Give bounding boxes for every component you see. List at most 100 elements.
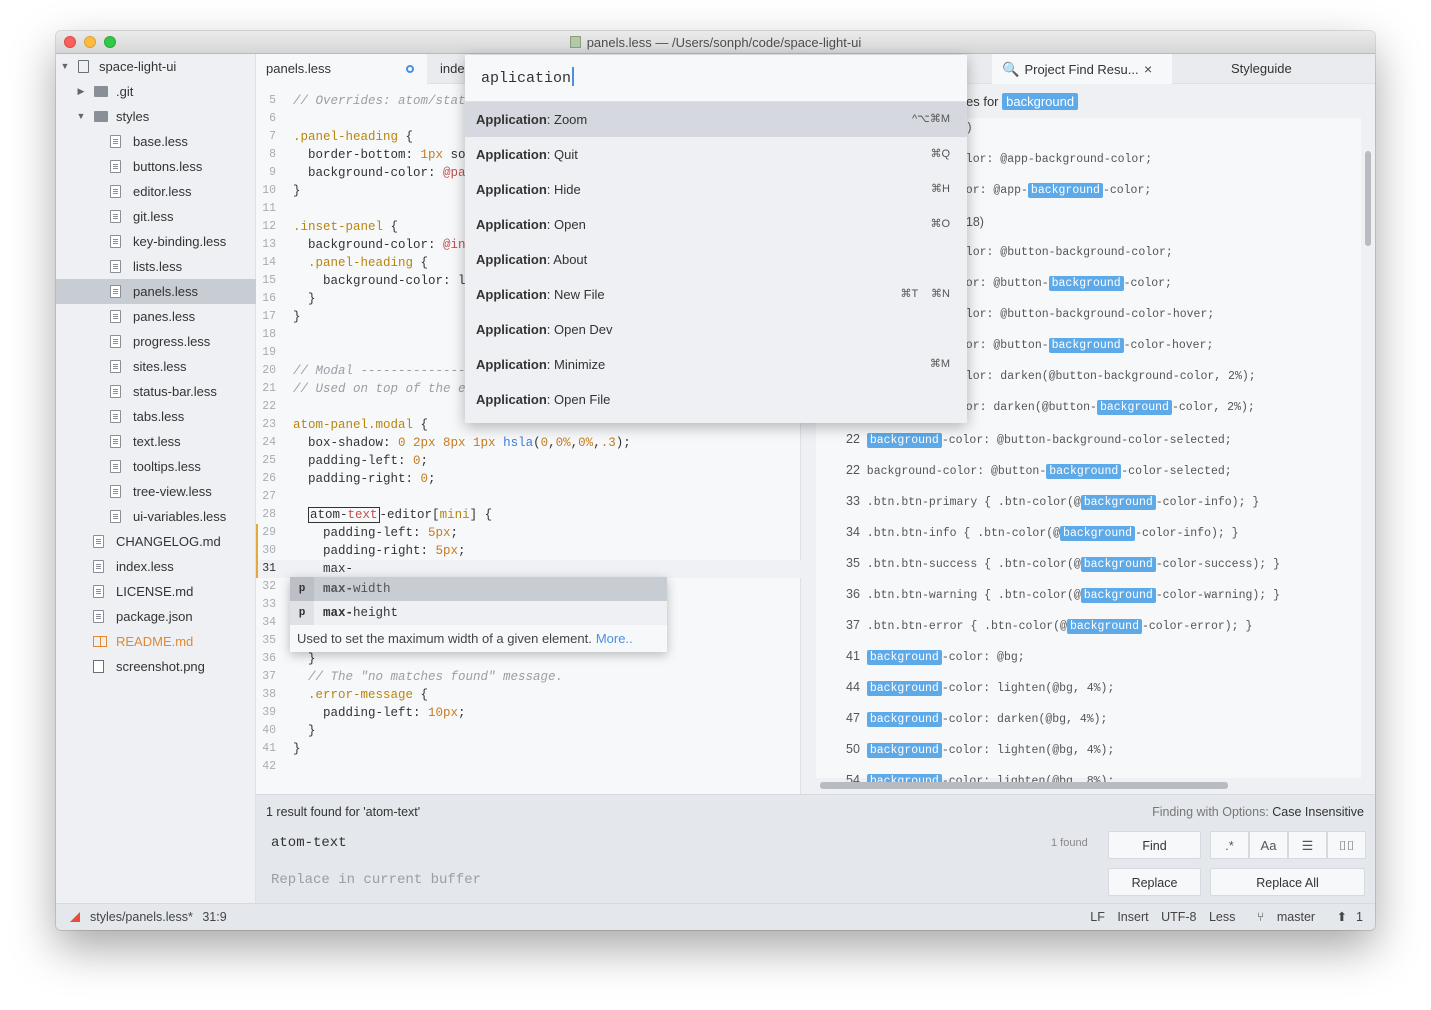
result-line[interactable]: olor: @app-background -color;	[952, 180, 1375, 202]
tree-item[interactable]: index.less	[56, 554, 256, 579]
tree-item[interactable]: sites.less	[56, 354, 256, 379]
autocomplete-suggestion[interactable]: p max-height	[290, 601, 667, 625]
status-encoding[interactable]: UTF-8	[1161, 910, 1196, 924]
results-scrollbar-h[interactable]	[820, 782, 1228, 789]
result-line[interactable]: 41 background -color: @bg;	[846, 645, 1375, 667]
tree-item[interactable]: text.less	[56, 429, 256, 454]
tree-item[interactable]: package.json	[56, 604, 256, 629]
command-palette-item[interactable]: Application: Open Dev	[465, 312, 967, 347]
code-line[interactable]: 25 padding-left: 0;	[256, 452, 801, 470]
code-line[interactable]: 39 padding-left: 10px;	[256, 704, 801, 722]
status-cursor-position[interactable]: 31:9	[202, 910, 226, 924]
code-line[interactable]: 31 max-	[256, 560, 801, 578]
tab-styleguide[interactable]: Styleguide	[1231, 54, 1292, 84]
command-palette-item[interactable]: Application: Zoom ^⌥⌘M	[465, 102, 967, 137]
command-palette-item[interactable]: Application: Open File	[465, 382, 967, 417]
status-branch[interactable]: ⑂ master	[1248, 910, 1315, 924]
case-sensitive-toggle-button[interactable]: Aa	[1249, 831, 1288, 859]
status-grammar[interactable]: Less	[1209, 910, 1235, 924]
result-line[interactable]: 33 .btn.btn-primary { .btn-color(@ backgr…	[846, 490, 1375, 512]
tab-project-find-results[interactable]: 🔍 Project Find Resu... ×	[992, 54, 1172, 84]
code-line[interactable]: 29 padding-left: 5px;	[256, 524, 801, 542]
code-line[interactable]: 28 atom-text -editor[mini] {	[256, 506, 801, 524]
replace-all-button[interactable]: Replace All	[1210, 868, 1365, 896]
result-line[interactable]: s (18)	[952, 211, 1375, 233]
tree-item[interactable]: status-bar.less	[56, 379, 256, 404]
tree-item[interactable]: LICENSE.md	[56, 579, 256, 604]
result-line[interactable]: color: @button-background-color-hover;	[952, 304, 1375, 326]
command-palette-item[interactable]: Application: About	[465, 242, 967, 277]
find-input[interactable]: atom-text	[271, 835, 347, 851]
chevron-down-icon[interactable]: ▼	[76, 104, 86, 129]
tree-item[interactable]: tabs.less	[56, 404, 256, 429]
in-selection-toggle-button[interactable]: ☰	[1288, 831, 1327, 859]
tree-item[interactable]: ui-variables.less	[56, 504, 256, 529]
result-line[interactable]: olor: darken(@button-background -color, 2…	[952, 397, 1375, 419]
tree-root-space-light-ui[interactable]: ▼ space-light-ui	[56, 54, 256, 79]
tab-panels-less[interactable]: panels.less	[256, 54, 427, 84]
code-line[interactable]: 38 .error-message {	[256, 686, 801, 704]
regex-toggle-button[interactable]: .*	[1210, 831, 1249, 859]
result-line[interactable]: (2)	[952, 118, 1375, 140]
result-line[interactable]: 34 .btn.btn-info { .btn-color(@ backgroun…	[846, 521, 1375, 543]
code-line[interactable]: 36 }	[256, 650, 801, 668]
result-line[interactable]: olor: @button-background -color;	[952, 273, 1375, 295]
command-palette-input[interactable]: aplication	[465, 55, 967, 102]
tree-item[interactable]: README.md	[56, 629, 256, 654]
code-line[interactable]: 27	[256, 488, 801, 506]
result-line[interactable]: 50 background -color: lighten(@bg, 4%);	[846, 738, 1375, 760]
tree-item[interactable]: buttons.less	[56, 154, 256, 179]
chevron-right-icon[interactable]: ▶	[76, 79, 86, 104]
status-ahead[interactable]: ⬆ 1	[1328, 910, 1363, 924]
tree-item[interactable]: git.less	[56, 204, 256, 229]
tree-item[interactable]: CHANGELOG.md	[56, 529, 256, 554]
command-palette-item[interactable]: Application: Open ⌘O	[465, 207, 967, 242]
autocomplete-more-link[interactable]: More..	[596, 631, 633, 646]
tree-item[interactable]: tooltips.less	[56, 454, 256, 479]
result-line[interactable]: 37 .btn.btn-error { .btn-color(@ backgrou…	[846, 614, 1375, 636]
close-tab-icon[interactable]: ×	[1144, 54, 1152, 84]
find-button[interactable]: Find	[1108, 831, 1201, 859]
tree-item[interactable]: key-binding.less	[56, 229, 256, 254]
result-line[interactable]: 36 .btn.btn-warning { .btn-color(@ backgr…	[846, 583, 1375, 605]
code-line[interactable]: 41}	[256, 740, 801, 758]
tree-item[interactable]: screenshot.png	[56, 654, 256, 679]
tree-item[interactable]: progress.less	[56, 329, 256, 354]
close-window-button[interactable]	[64, 36, 76, 48]
result-line[interactable]: 47 background -color: darken(@bg, 4%);	[846, 707, 1375, 729]
tree-item[interactable]: base.less	[56, 129, 256, 154]
replace-button[interactable]: Replace	[1108, 868, 1201, 896]
minimize-window-button[interactable]	[84, 36, 96, 48]
tree-item[interactable]: panels.less	[56, 279, 256, 304]
whole-word-toggle-button[interactable]: ⌷⌷	[1327, 831, 1366, 859]
result-line[interactable]: color: darken(@button-background-color, …	[952, 366, 1375, 388]
tree-item[interactable]: lists.less	[56, 254, 256, 279]
result-line[interactable]: color: @button-background-color;	[952, 242, 1375, 264]
code-line[interactable]: 26 padding-right: 0;	[256, 470, 801, 488]
code-line[interactable]: 24 box-shadow: 0 2px 8px 1px hsla(0,0%,0…	[256, 434, 801, 452]
command-palette-item[interactable]: Application: Quit ⌘Q	[465, 137, 967, 172]
command-palette-item[interactable]: Application: Minimize ⌘M	[465, 347, 967, 382]
result-line[interactable]: 22 background-color: @button-background-…	[846, 428, 1375, 450]
code-line[interactable]: 40 }	[256, 722, 801, 740]
maximize-window-button[interactable]	[104, 36, 116, 48]
result-line[interactable]: 22 background-color: @button-background-…	[846, 459, 1375, 481]
result-line[interactable]: 35 .btn.btn-success { .btn-color(@ backgr…	[846, 552, 1375, 574]
status-file-path[interactable]: styles/panels.less*	[90, 910, 193, 924]
tree-item[interactable]: ▶ .git	[56, 79, 256, 104]
autocomplete-suggestion[interactable]: p max-width	[290, 577, 667, 601]
replace-input[interactable]: Replace in current buffer	[271, 872, 481, 888]
results-scrollbar-v[interactable]	[1365, 151, 1371, 246]
tree-item[interactable]: ▼ styles	[56, 104, 256, 129]
command-palette-item[interactable]: Application: Hide ⌘H	[465, 172, 967, 207]
result-line[interactable]: olor: @button-background -color-hover;	[952, 335, 1375, 357]
status-line-ending[interactable]: LF	[1090, 910, 1105, 924]
tree-item[interactable]: editor.less	[56, 179, 256, 204]
command-palette-item[interactable]: Application: New File ⌘T ⌘N	[465, 277, 967, 312]
code-line[interactable]: 30 padding-right: 5px;	[256, 542, 801, 560]
result-line[interactable]: 44 background -color: lighten(@bg, 4%);	[846, 676, 1375, 698]
tree-item[interactable]: panes.less	[56, 304, 256, 329]
code-line[interactable]: 37 // The "no matches found" message.	[256, 668, 801, 686]
code-line[interactable]: 42	[256, 758, 801, 776]
result-line[interactable]: color: @app-background-color;	[952, 149, 1375, 171]
